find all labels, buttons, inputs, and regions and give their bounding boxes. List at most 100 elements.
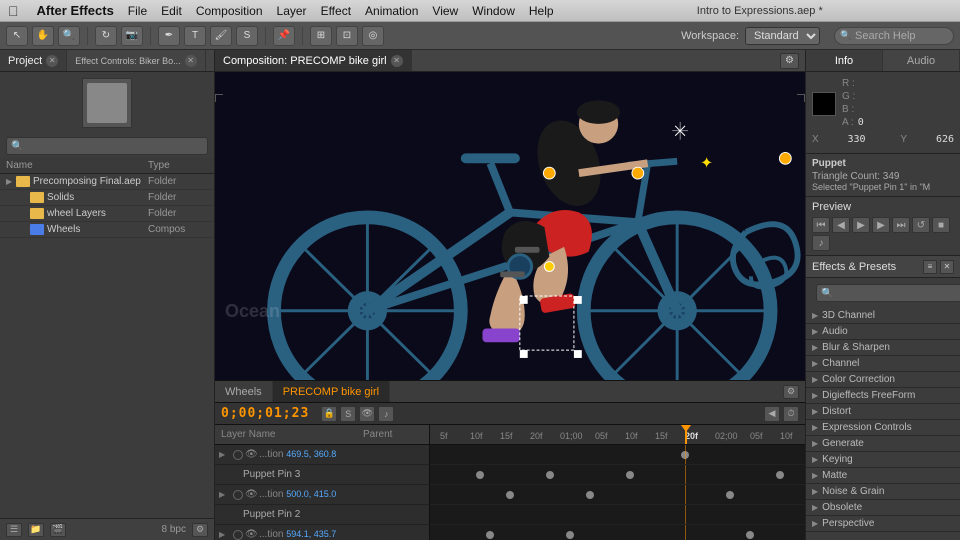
- composition-canvas[interactable]: ✦ Ocean: [215, 72, 805, 380]
- preview-play-btn[interactable]: ▶: [852, 217, 870, 233]
- comp-tab-close[interactable]: ✕: [391, 55, 403, 67]
- tl-eye-btn[interactable]: 👁: [359, 406, 375, 422]
- menu-composition[interactable]: Composition: [196, 4, 263, 18]
- tab-project[interactable]: Project ✕: [0, 50, 67, 71]
- effect-category-color[interactable]: ▶ Color Correction: [806, 372, 960, 388]
- menu-effect[interactable]: Effect: [321, 4, 351, 18]
- workspace-select[interactable]: Standard: [745, 27, 820, 45]
- effect-category-blur[interactable]: ▶ Blur & Sharpen: [806, 340, 960, 356]
- layer-item[interactable]: ▶ 👁 ...tion 500.0, 415.0: [215, 485, 429, 505]
- toolbar-zoom-btn[interactable]: 🔍: [58, 26, 80, 46]
- tl-audio-btn[interactable]: ♪: [378, 406, 394, 422]
- apple-menu-icon[interactable]: : [8, 3, 19, 19]
- menu-help[interactable]: Help: [529, 4, 554, 18]
- menu-edit[interactable]: Edit: [161, 4, 182, 18]
- toolbar-hand-btn[interactable]: ✋: [32, 26, 54, 46]
- effect-category-keying[interactable]: ▶ Keying: [806, 452, 960, 468]
- tab-precomp-bike[interactable]: PRECOMP bike girl: [273, 381, 390, 402]
- layer-item[interactable]: ▶ 👁 ...tion 469.5, 360.8: [215, 445, 429, 465]
- effect-category-perspective[interactable]: ▶ Perspective: [806, 516, 960, 532]
- toolbar-sep1: [87, 27, 88, 45]
- color-swatch[interactable]: [812, 92, 836, 116]
- tl-solo-btn[interactable]: S: [340, 406, 356, 422]
- settings-btn[interactable]: ⚙: [192, 523, 208, 537]
- toolbar-camera-btn[interactable]: 📷: [121, 26, 143, 46]
- toolbar-clone-btn[interactable]: S: [236, 26, 258, 46]
- layer-eye-icon[interactable]: 👁: [245, 529, 259, 540]
- effects-search-input[interactable]: [816, 284, 960, 302]
- preview-loop-btn[interactable]: ↺: [912, 217, 930, 233]
- tab-audio[interactable]: Audio: [883, 50, 960, 71]
- effects-close-btn[interactable]: ✕: [940, 260, 954, 274]
- toolbar-extra1[interactable]: ⊞: [310, 26, 332, 46]
- tab-effect-controls[interactable]: Effect Controls: Biker Bo... ✕: [67, 50, 205, 71]
- effect-category-matte[interactable]: ▶ Matte: [806, 468, 960, 484]
- tab-wheels[interactable]: Wheels: [215, 381, 273, 402]
- toolbar-extra3[interactable]: ◎: [362, 26, 384, 46]
- timeline-settings-btn[interactable]: ⚙: [783, 385, 799, 399]
- toolbar-select-btn[interactable]: ↖: [6, 26, 28, 46]
- list-item[interactable]: Solids Folder: [0, 190, 214, 206]
- folder-btn[interactable]: 📁: [28, 523, 44, 537]
- layer-expand-icon[interactable]: ▶: [219, 450, 231, 459]
- menu-window[interactable]: Window: [472, 4, 515, 18]
- effect-category-generate[interactable]: ▶ Generate: [806, 436, 960, 452]
- kf-row-4: [430, 505, 805, 525]
- list-item[interactable]: wheel Layers Folder: [0, 206, 214, 222]
- toolbar-text-btn[interactable]: T: [184, 26, 206, 46]
- preview-next-frame-btn[interactable]: ▶: [872, 217, 890, 233]
- tab-info[interactable]: Info: [806, 50, 883, 71]
- comp-tab[interactable]: Composition: PRECOMP bike girl ✕: [215, 50, 412, 71]
- list-item[interactable]: Wheels Compos: [0, 222, 214, 238]
- layer-item[interactable]: Puppet Pin 3: [215, 465, 429, 485]
- tab-project-close[interactable]: ✕: [46, 55, 58, 67]
- tl-time-btn[interactable]: ⏱: [783, 406, 799, 422]
- tl-expand-btn[interactable]: ◀: [764, 406, 780, 422]
- timeline-timecode[interactable]: 0;00;01;23: [221, 406, 309, 421]
- kf-row-1: [430, 445, 805, 465]
- effect-category-expression[interactable]: ▶ Expression Controls: [806, 420, 960, 436]
- comp-btn[interactable]: 🎬: [50, 523, 66, 537]
- effect-category-audio[interactable]: ▶ Audio: [806, 324, 960, 340]
- toolbar-brush-btn[interactable]: 🖌: [210, 26, 232, 46]
- toolbar-rotate-btn[interactable]: ↻: [95, 26, 117, 46]
- toolbar: ↖ ✋ 🔍 ↻ 📷 ✒ T 🖌 S 📌 ⊞ ⊡ ◎ Workspace: Sta…: [0, 22, 960, 50]
- layer-item[interactable]: Puppet Pin 2: [215, 505, 429, 525]
- tl-lock-btn[interactable]: 🔒: [321, 406, 337, 422]
- preview-stop-btn[interactable]: ■: [932, 217, 950, 233]
- layer-eye-icon[interactable]: 👁: [245, 449, 259, 460]
- keyframe-area[interactable]: 5f 10f 15f 20f 01;00 05f 10f 15f 20f 02;…: [430, 425, 805, 540]
- layer-expand-icon[interactable]: ▶: [219, 530, 231, 539]
- layer-solo-toggle[interactable]: [233, 450, 243, 460]
- preview-first-btn[interactable]: ⏮: [812, 217, 830, 233]
- preview-prev-frame-btn[interactable]: ◀: [832, 217, 850, 233]
- effects-menu-btn[interactable]: ≡: [923, 260, 937, 274]
- new-item-btn[interactable]: ☰: [6, 523, 22, 537]
- effect-category-3d[interactable]: ▶ 3D Channel: [806, 308, 960, 324]
- comp-settings-btn[interactable]: ⚙: [780, 53, 799, 69]
- layer-eye-icon[interactable]: 👁: [245, 489, 259, 500]
- toolbar-extra2[interactable]: ⊡: [336, 26, 358, 46]
- effect-category-channel[interactable]: ▶ Channel: [806, 356, 960, 372]
- timeline-ruler[interactable]: 5f 10f 15f 20f 01;00 05f 10f 15f 20f 02;…: [430, 425, 805, 445]
- menu-layer[interactable]: Layer: [277, 4, 307, 18]
- effect-category-distort[interactable]: ▶ Distort: [806, 404, 960, 420]
- toolbar-pen-btn[interactable]: ✒: [158, 26, 180, 46]
- effect-category-obsolete[interactable]: ▶ Obsolete: [806, 500, 960, 516]
- preview-audio-btn[interactable]: ♪: [812, 235, 830, 251]
- list-item[interactable]: ▶ Precomposing Final.aep Folder: [0, 174, 214, 190]
- layer-item[interactable]: ▶ 👁 ...tion 594.1, 435.7: [215, 525, 429, 540]
- menu-animation[interactable]: Animation: [365, 4, 418, 18]
- layer-solo-toggle[interactable]: [233, 490, 243, 500]
- preview-last-btn[interactable]: ⏭: [892, 217, 910, 233]
- menu-file[interactable]: File: [128, 4, 147, 18]
- toolbar-puppet-btn[interactable]: 📌: [273, 26, 295, 46]
- effect-category-digi[interactable]: ▶ Digieffects FreeForm: [806, 388, 960, 404]
- search-help-input[interactable]: Search Help: [834, 27, 954, 45]
- menu-view[interactable]: View: [432, 4, 458, 18]
- layer-solo-toggle[interactable]: [233, 530, 243, 540]
- project-search-box[interactable]: 🔍: [6, 137, 208, 155]
- tab-effect-controls-close[interactable]: ✕: [185, 55, 197, 67]
- layer-expand-icon[interactable]: ▶: [219, 490, 231, 499]
- effect-category-noise[interactable]: ▶ Noise & Grain: [806, 484, 960, 500]
